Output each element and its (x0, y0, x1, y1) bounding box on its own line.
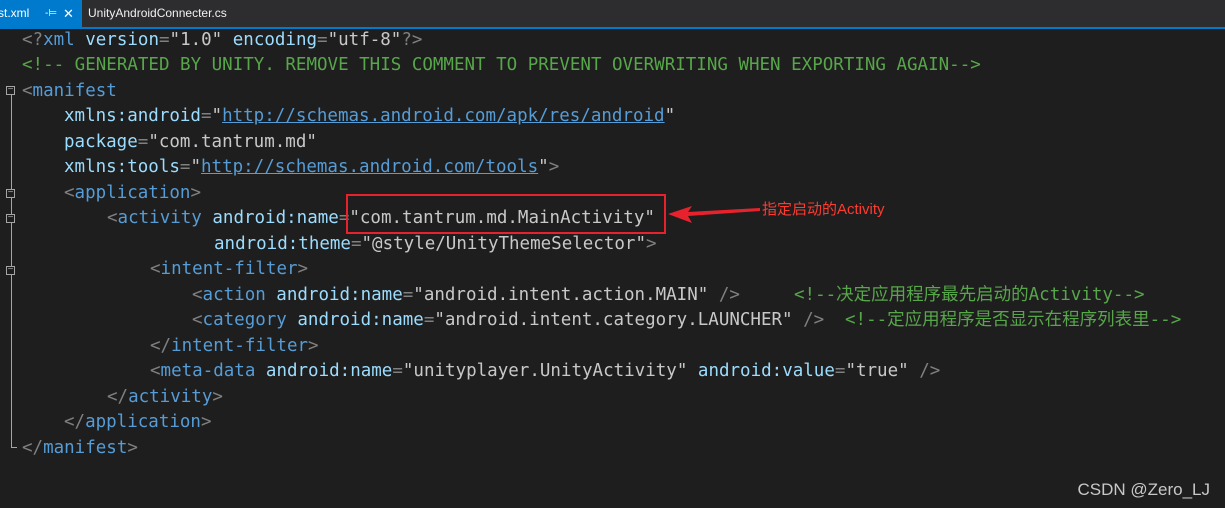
highlight-box (346, 194, 666, 234)
collapse-intent-filter-icon[interactable]: − (6, 265, 15, 275)
code-line-4: xmlns:android="http://schemas.android.co… (64, 106, 676, 126)
code-line-17: </manifest> (22, 438, 138, 458)
outlining-gutter: − − − − (0, 28, 20, 468)
annotation-label: 指定启动的Activity (762, 201, 885, 218)
tab-unity-android-connecter[interactable]: UnityAndroidConnecter.cs (82, 0, 227, 27)
tab-manifest-label: st.xml (0, 6, 30, 20)
code-line-13: </intent-filter> (150, 336, 319, 356)
code-line-16: </application> (64, 412, 212, 432)
code-line-14: <meta-data android:name="unityplayer.Uni… (150, 361, 941, 381)
arrow-icon (668, 206, 760, 223)
tab-manifest-xml[interactable]: st.xml -⊨ ✕ (0, 0, 82, 27)
watermark: CSDN @Zero_LJ (1077, 480, 1210, 499)
code-line-15: </activity> (107, 387, 223, 407)
code-line-1: <?xml version="1.0" encoding="utf-8"?> (22, 30, 423, 50)
code-comment-category: <!--定应用程序是否显示在程序列表里--> (845, 310, 1182, 330)
code-line-5: package="com.tantrum.md" (64, 132, 317, 152)
document-tab-bar: st.xml -⊨ ✕ UnityAndroidConnecter.cs (0, 0, 1225, 29)
code-line-9: android:theme="@style/UnityThemeSelector… (214, 234, 657, 254)
pin-icon[interactable]: -⊨ (45, 0, 57, 27)
code-line-12: <category android:name="android.intent.c… (192, 310, 825, 330)
url-link[interactable]: http://schemas.android.com/tools (201, 157, 538, 177)
code-line-11: <action android:name="android.intent.act… (192, 285, 740, 305)
code-line-7: <application> (64, 183, 201, 203)
code-comment-action: <!--决定应用程序最先启动的Activity--> (794, 285, 1145, 305)
outline-end (11, 447, 17, 448)
url-link[interactable]: http://schemas.android.com/apk/res/andro… (222, 106, 665, 126)
code-line-6: xmlns:tools="http://schemas.android.com/… (64, 157, 560, 177)
collapse-manifest-icon[interactable]: − (6, 85, 15, 95)
collapse-application-icon[interactable]: − (6, 188, 15, 198)
code-line-3: <manifest (22, 81, 117, 101)
tab-unity-android-connecter-label: UnityAndroidConnecter.cs (88, 6, 227, 20)
code-line-10: <intent-filter> (150, 259, 309, 279)
close-icon[interactable]: ✕ (63, 0, 74, 27)
collapse-activity-icon[interactable]: − (6, 213, 15, 223)
code-line-2: <!-- GENERATED BY UNITY. REMOVE THIS COM… (22, 55, 981, 75)
